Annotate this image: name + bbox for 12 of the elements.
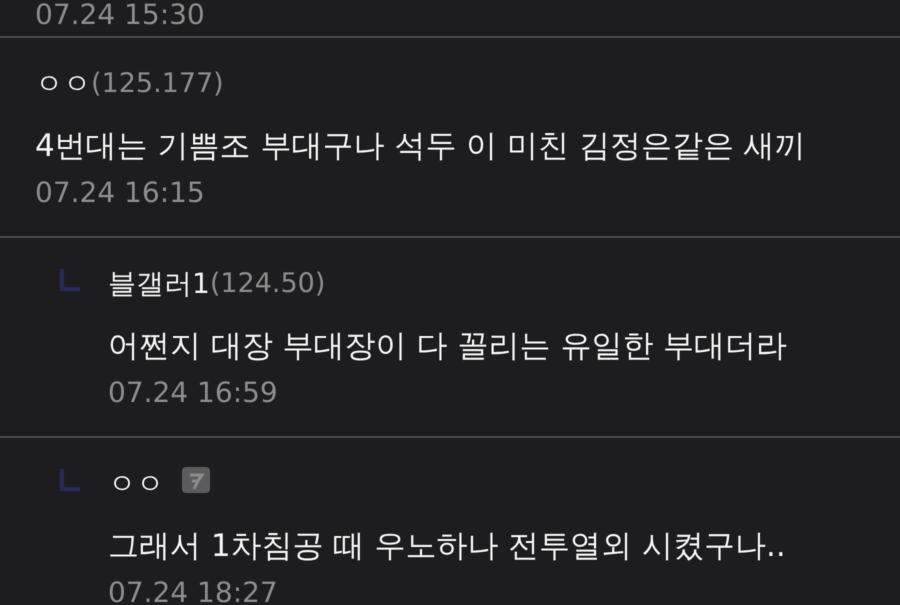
nickname[interactable]: ㅇㅇ	[35, 64, 91, 104]
comment-time: 07.24 18:27	[108, 575, 279, 605]
nickname[interactable]: 블갤러1	[108, 264, 210, 304]
nickname[interactable]: ㅇㅇ	[108, 464, 164, 504]
comment-text: 그래서 1차침공 때 우노하나 전투열외 시켰구나..	[108, 527, 786, 566]
comment-time: 07.24 16:15	[35, 175, 206, 211]
comment-text: 4번대는 기쁨조 부대구나 석두 이 미친 김정은같은 새끼	[35, 127, 806, 166]
comment-text: 어쩐지 대장 부대장이 다 꼴리는 유일한 부대더라	[108, 327, 788, 366]
ip-address: (125.177)	[91, 67, 224, 101]
comment-time: 07.24 16:59	[108, 375, 279, 411]
comment-time: 07.24 15:30	[35, 0, 205, 30]
ip-address: (124.50)	[210, 267, 326, 301]
